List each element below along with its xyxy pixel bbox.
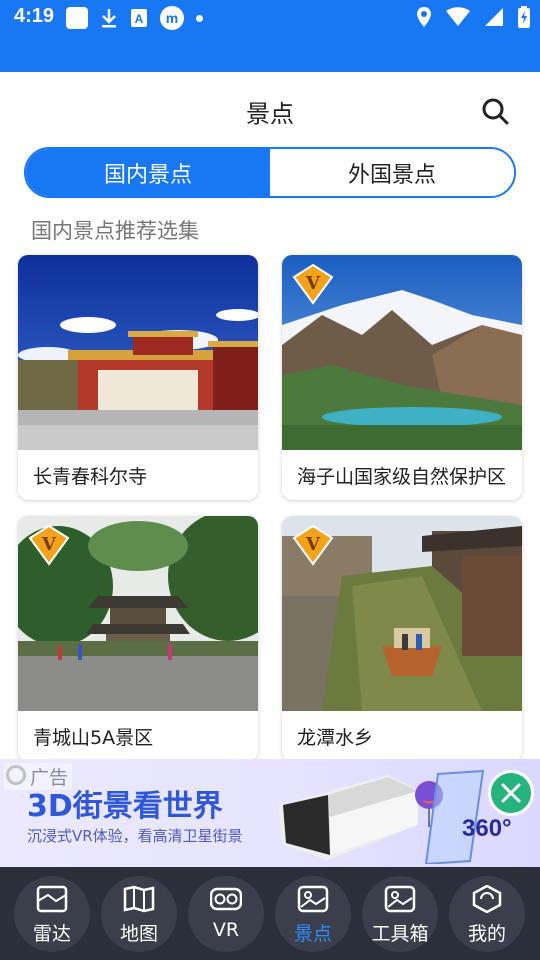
nav-label: 工具箱 [371, 923, 429, 945]
status-time: 4:19 [14, 5, 55, 27]
vip-badge-icon: V [292, 263, 334, 305]
attraction-card[interactable]: 长青春科尔寺 [18, 255, 258, 500]
attraction-name: 青城山5A景区 [33, 727, 154, 749]
svg-text:V: V [305, 534, 321, 555]
toolbox-icon [384, 885, 416, 913]
ad-headline: 3D街景看世界 [27, 789, 223, 824]
battery-icon [518, 6, 530, 28]
scenery-icon [297, 885, 329, 913]
ad-subtitle: 沉浸式VR体验，看高清卫星街景 [27, 827, 243, 845]
section-title: 国内景点推荐选集 [31, 219, 199, 243]
vip-badge-icon: V [28, 524, 70, 566]
title-bar: 景点 [0, 72, 540, 146]
svg-text:A: A [135, 12, 144, 26]
text-a-icon: A [131, 9, 147, 27]
ad-360-badge: 360° [462, 815, 512, 842]
page-title: 景点 [246, 100, 294, 128]
notification-app-icon [66, 7, 88, 29]
app-bar [0, 36, 540, 72]
ad-banner[interactable]: 广告 3D街景看世界 沉浸式VR体验，看高清卫星街景 360° [0, 759, 540, 867]
status-bar: 4:19 A m [0, 0, 540, 36]
tab-foreign[interactable]: 外国景点 [270, 149, 514, 196]
radar-map-icon [36, 885, 68, 913]
attraction-name: 海子山国家级自然保护区 [297, 466, 507, 488]
nav-label: 景点 [293, 923, 332, 945]
nav-vr[interactable]: VR [188, 876, 264, 952]
svg-text:V: V [305, 273, 321, 294]
close-icon [501, 783, 521, 803]
profile-icon [472, 885, 502, 913]
region-segmented-control: 国内景点 外国景点 [24, 147, 516, 198]
ad-close-button[interactable] [488, 770, 534, 816]
location-icon [417, 7, 431, 27]
nav-map[interactable]: 地图 [101, 876, 177, 952]
attraction-card[interactable]: V 龙潭水乡 [282, 516, 522, 761]
attraction-name: 龙潭水乡 [297, 727, 374, 749]
attraction-name: 长青春科尔寺 [33, 466, 148, 488]
nav-label: 我的 [467, 923, 506, 945]
more-notifications-icon [196, 14, 203, 22]
search-icon[interactable] [480, 96, 510, 126]
m-app-icon: m [160, 6, 184, 30]
vip-badge-icon: V [292, 524, 334, 566]
map-icon [123, 885, 155, 913]
nav-label: 雷达 [32, 923, 71, 945]
nav-profile[interactable]: 我的 [449, 876, 525, 952]
nav-label: VR [212, 919, 240, 941]
nav-scenery[interactable]: 景点 [275, 876, 351, 952]
nav-radar[interactable]: 雷达 [14, 876, 90, 952]
nav-toolbox[interactable]: 工具箱 [362, 876, 438, 952]
download-icon [102, 9, 116, 28]
wifi-icon [446, 7, 470, 26]
vr-glasses-icon [210, 887, 242, 911]
vr-headset-illustration [278, 775, 418, 860]
attraction-card[interactable]: V 青城山5A景区 [18, 516, 258, 761]
bottom-navigation: 雷达 地图 VR 景点 工具箱 我的 [0, 867, 540, 960]
svg-text:V: V [41, 534, 57, 555]
nav-label: 地图 [119, 923, 158, 945]
attraction-image [18, 255, 258, 450]
attraction-card[interactable]: V 海子山国家级自然保护区 [282, 255, 522, 500]
tab-domestic[interactable]: 国内景点 [26, 149, 270, 196]
signal-icon [485, 8, 503, 26]
